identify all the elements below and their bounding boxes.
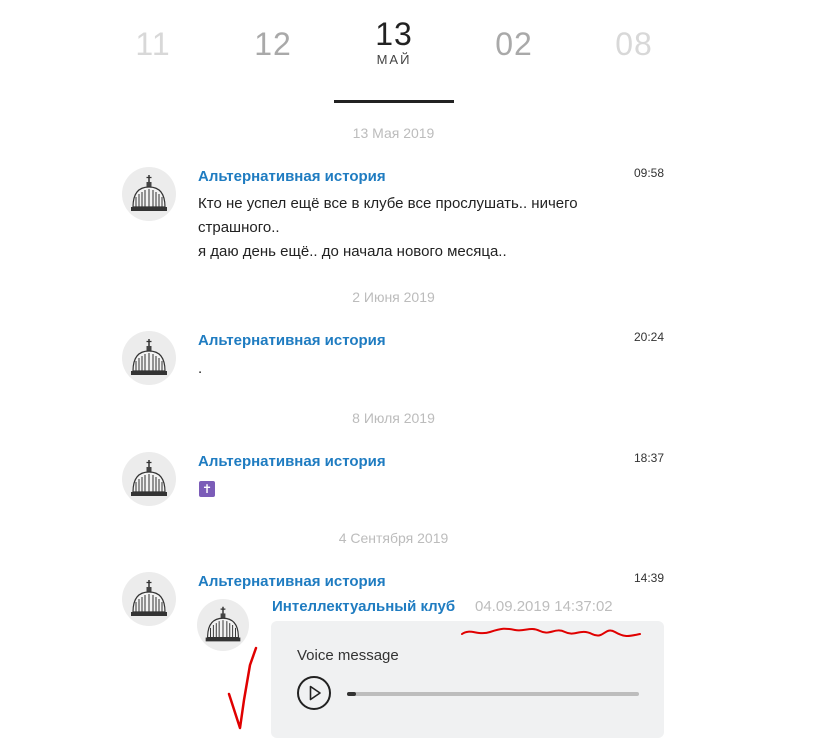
date-tab-11[interactable]: 11 xyxy=(93,24,213,64)
dome-icon xyxy=(131,580,167,616)
dome-icon xyxy=(205,606,241,642)
play-button[interactable] xyxy=(297,676,331,710)
date-tab-13-active[interactable]: 13 МАЙ xyxy=(334,14,454,67)
audio-progress-fill xyxy=(347,692,356,696)
voice-message-label: Voice message xyxy=(297,647,399,664)
day-separator: 13 Мая 2019 xyxy=(352,125,435,141)
message-author[interactable]: Альтернативная история xyxy=(198,332,386,349)
voice-message-card: Voice message xyxy=(271,621,664,738)
dome-icon xyxy=(131,460,167,496)
forwarded-author[interactable]: Интеллектуальный клуб xyxy=(272,598,455,615)
date-day: 08 xyxy=(615,26,653,62)
avatar[interactable] xyxy=(122,167,176,221)
message-time: 20:24 xyxy=(634,330,665,344)
date-day: 11 xyxy=(135,26,171,62)
date-day: 13 xyxy=(375,16,413,52)
message-line: я даю день ещё.. до начала нового месяца… xyxy=(198,243,507,260)
day-separator: 2 Июня 2019 xyxy=(352,289,435,305)
message-time: 14:39 xyxy=(634,571,665,585)
message-author[interactable]: Альтернативная история xyxy=(198,453,386,470)
red-check-mark xyxy=(227,646,258,730)
active-date-underline xyxy=(334,100,454,103)
avatar[interactable] xyxy=(122,452,176,506)
forwarded-date: 04.09.2019 14:37:02 xyxy=(475,598,613,615)
dome-icon xyxy=(131,339,167,375)
date-strip: 11 12 13 МАЙ 02 08 xyxy=(0,0,827,104)
day-separator: 8 Июля 2019 xyxy=(352,410,435,426)
avatar[interactable] xyxy=(122,331,176,385)
dome-icon xyxy=(131,175,167,211)
message-line: Кто не успел ещё все в клубе все прослуш… xyxy=(198,195,578,212)
date-tab-02[interactable]: 02 xyxy=(454,24,574,64)
message-time: 18:37 xyxy=(634,451,665,465)
date-tab-12[interactable]: 12 xyxy=(213,24,333,64)
date-day: 02 xyxy=(495,26,533,62)
play-icon xyxy=(309,685,321,701)
message-time: 09:58 xyxy=(634,166,665,180)
message-author[interactable]: Альтернативная история xyxy=(198,168,386,185)
day-separator: 4 Сентября 2019 xyxy=(338,530,449,546)
audio-progress-bar[interactable] xyxy=(347,692,639,696)
avatar[interactable] xyxy=(122,572,176,626)
message-author[interactable]: Альтернативная история xyxy=(198,573,386,590)
message-line: страшного.. xyxy=(198,219,280,236)
date-day: 12 xyxy=(254,26,292,62)
message-text: Кто не успел ещё все в клубе все прослуш… xyxy=(198,192,628,264)
forwarded-avatar[interactable] xyxy=(197,599,249,651)
message-text: . xyxy=(198,360,203,377)
date-tab-08[interactable]: 08 xyxy=(574,24,694,64)
date-month: МАЙ xyxy=(376,52,412,67)
cross-emoji-icon: ✝ xyxy=(199,481,215,497)
